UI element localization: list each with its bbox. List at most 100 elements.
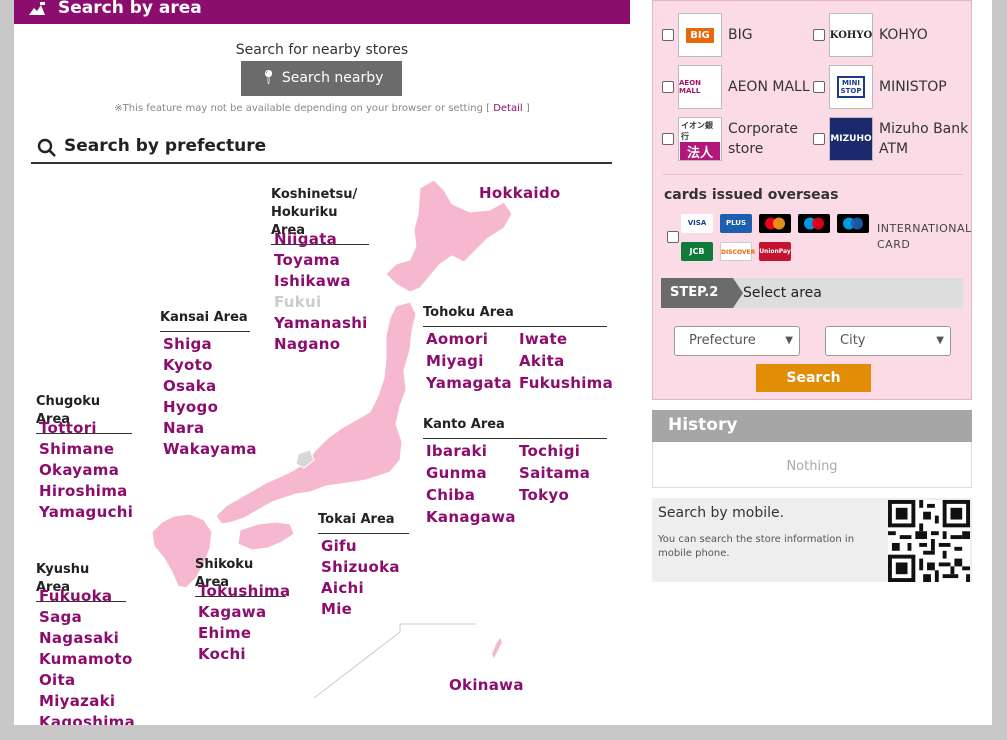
overseas-cards-checkbox[interactable]: [667, 231, 679, 243]
pref-ibaraki[interactable]: Ibaraki: [426, 442, 487, 460]
pref-gunma[interactable]: Gunma: [426, 464, 487, 482]
step2-badge: STEP.2: [661, 278, 743, 308]
pref-shimane[interactable]: Shimane: [39, 440, 114, 458]
search-icon: [37, 138, 56, 157]
pref-kochi[interactable]: Kochi: [198, 645, 246, 663]
pref-kagawa[interactable]: Kagawa: [198, 603, 266, 621]
brand-ministop[interactable]: MINI STOP MINISTOP: [813, 65, 947, 109]
pref-okinawa[interactable]: Okinawa: [449, 676, 524, 694]
overseas-cards-title: cards issued overseas: [664, 187, 839, 203]
big-logo-icon: BIG: [678, 13, 722, 57]
brand-mizuho[interactable]: MIZUHO Mizuho Bank ATM: [813, 117, 968, 161]
pref-miyagi[interactable]: Miyagi: [426, 352, 484, 370]
nearby-title: Search for nearby stores: [235, 42, 409, 58]
qr-code-icon[interactable]: [888, 500, 970, 582]
filter-panel: BIG BIG KOHYO KOHYO AEON MALL AEON MALL …: [630, 0, 992, 725]
area-header-title: Search by area: [58, 0, 202, 18]
pref-nagano[interactable]: Nagano: [274, 335, 340, 353]
mizuho-logo-icon: MIZUHO: [829, 117, 873, 161]
history-empty: Nothing: [652, 442, 972, 488]
pref-tokyo[interactable]: Tokyo: [519, 486, 569, 504]
map-okinawa: [492, 638, 502, 658]
brand-mizuho-checkbox[interactable]: [813, 133, 825, 145]
area-tohoku-title: Tohoku Area: [423, 304, 607, 327]
brand-big[interactable]: BIG BIG: [662, 13, 753, 57]
brand-aeonmall[interactable]: AEON MALL AEON MALL: [662, 65, 810, 109]
pref-kyoto[interactable]: Kyoto: [163, 356, 213, 374]
pref-iwate[interactable]: Iwate: [519, 330, 567, 348]
area-header: Search by area: [14, 0, 630, 24]
pref-aichi[interactable]: Aichi: [321, 579, 364, 597]
prefecture-select[interactable]: Prefecture ▼: [674, 326, 800, 356]
area-tokai-title: Tokai Area: [318, 511, 409, 534]
pin-icon: 📍︎: [259, 70, 278, 86]
pref-yamagata[interactable]: Yamagata: [426, 374, 512, 392]
history-title: History: [652, 410, 972, 442]
search-button[interactable]: Search: [756, 364, 871, 392]
pref-shizuoka[interactable]: Shizuoka: [321, 558, 400, 576]
pref-gifu[interactable]: Gifu: [321, 537, 357, 555]
pref-saga[interactable]: Saga: [39, 608, 82, 626]
area-kansai-title: Kansai Area: [160, 309, 250, 332]
kohyo-logo-icon: KOHYO: [829, 13, 873, 57]
map-shikoku: [237, 521, 295, 551]
brand-kohyo[interactable]: KOHYO KOHYO: [813, 13, 928, 57]
ministop-logo-icon: MINI STOP: [829, 65, 873, 109]
pref-aomori[interactable]: Aomori: [426, 330, 488, 348]
pref-ishikawa[interactable]: Ishikawa: [274, 272, 351, 290]
area-panel: Search by area Search for nearby stores …: [14, 0, 630, 725]
pref-shiga[interactable]: Shiga: [163, 335, 212, 353]
maestro-icon: [798, 214, 830, 233]
cirrus-icon: [837, 214, 869, 233]
city-select[interactable]: City ▼: [825, 326, 951, 356]
pref-tokushima[interactable]: Tokushima: [198, 582, 290, 600]
unionpay-icon: UnionPay: [759, 242, 791, 261]
pref-nagasaki[interactable]: Nagasaki: [39, 629, 119, 647]
pref-nara[interactable]: Nara: [163, 419, 204, 437]
visa-icon: VISA: [681, 214, 713, 233]
pref-yamaguchi[interactable]: Yamaguchi: [39, 503, 133, 521]
brand-kohyo-checkbox[interactable]: [813, 29, 825, 41]
pref-yamanashi[interactable]: Yamanashi: [274, 314, 368, 332]
pref-hyogo[interactable]: Hyogo: [163, 398, 218, 416]
pref-mie[interactable]: Mie: [321, 600, 352, 618]
jcb-icon: JCB: [681, 242, 713, 261]
detail-link[interactable]: Detail: [493, 103, 522, 114]
pref-ehime[interactable]: Ehime: [198, 624, 251, 642]
search-nearby-button[interactable]: 📍︎ Search nearby: [241, 61, 402, 96]
pref-wakayama[interactable]: Wakayama: [163, 440, 257, 458]
pref-tottori[interactable]: Tottori: [39, 419, 97, 437]
pref-chiba[interactable]: Chiba: [426, 486, 475, 504]
search-nearby-label: Search nearby: [281, 70, 384, 86]
brand-big-checkbox[interactable]: [662, 29, 674, 41]
mobile-title: Search by mobile.: [658, 505, 785, 521]
pref-fukui: Fukui: [274, 293, 322, 311]
pref-osaka[interactable]: Osaka: [163, 377, 216, 395]
pref-akita[interactable]: Akita: [519, 352, 565, 370]
discover-icon: DISCOVER: [720, 242, 755, 261]
pref-oita[interactable]: Oita: [39, 671, 75, 689]
pref-tochigi[interactable]: Tochigi: [519, 442, 580, 460]
international-card-label: INTERNATIONAL CARD: [877, 222, 972, 251]
pref-kagoshima[interactable]: Kagoshima: [39, 713, 135, 725]
pref-niigata[interactable]: Niigata: [274, 230, 337, 248]
mobile-description: You can search the store information in …: [658, 534, 855, 559]
pref-kumamoto[interactable]: Kumamoto: [39, 650, 133, 668]
chevron-down-icon: ▼: [785, 335, 793, 346]
pref-fukushima[interactable]: Fukushima: [519, 374, 613, 392]
brand-ministop-checkbox[interactable]: [813, 81, 825, 93]
pref-hokkaido[interactable]: Hokkaido: [479, 184, 561, 202]
pref-miyazaki[interactable]: Miyazaki: [39, 692, 115, 710]
pref-hiroshima[interactable]: Hiroshima: [39, 482, 128, 500]
pref-kanagawa[interactable]: Kanagawa: [426, 508, 516, 526]
brand-aeonmall-checkbox[interactable]: [662, 81, 674, 93]
plus-icon: PLUS: [720, 214, 752, 233]
pref-okayama[interactable]: Okayama: [39, 461, 119, 479]
brand-corporate-checkbox[interactable]: [662, 133, 674, 145]
divider: [663, 174, 963, 175]
brand-corporate[interactable]: イオン銀行 法人 Corporate store: [662, 117, 798, 161]
pref-fukuoka[interactable]: Fukuoka: [39, 587, 112, 605]
prefecture-section-title: Search by prefecture: [31, 136, 612, 164]
pref-saitama[interactable]: Saitama: [519, 464, 590, 482]
pref-toyama[interactable]: Toyama: [274, 251, 340, 269]
